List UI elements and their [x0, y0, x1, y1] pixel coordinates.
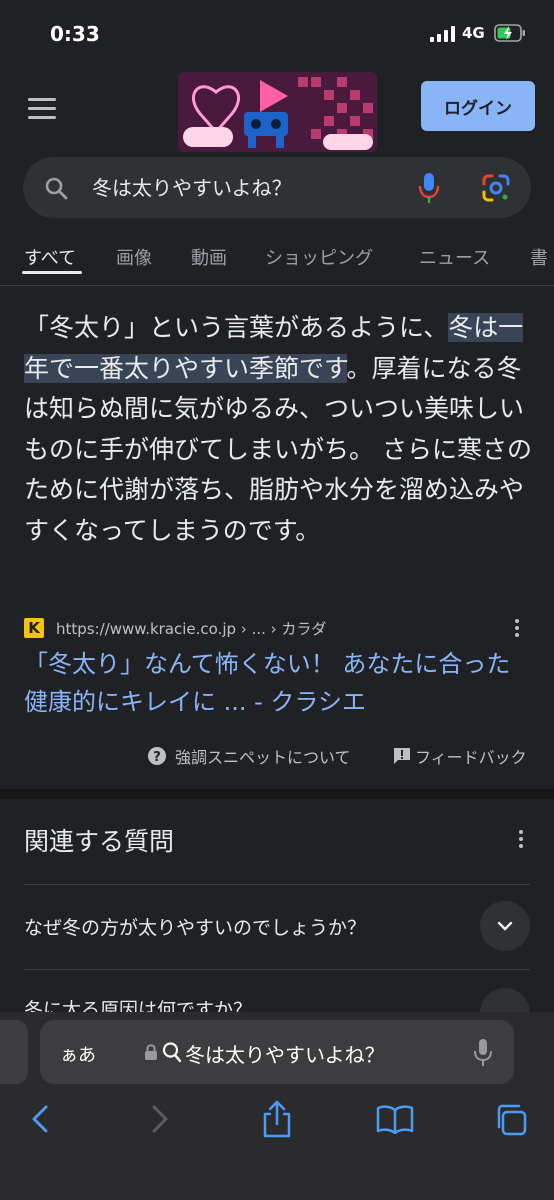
tabs-overview-icon[interactable]: [494, 1103, 528, 1137]
more-options-icon[interactable]: [515, 619, 519, 640]
kracie-favicon: K: [24, 618, 44, 638]
tab-images[interactable]: 画像: [116, 244, 152, 270]
search-icon: [162, 1042, 182, 1063]
feedback-icon: [394, 748, 410, 764]
tab-shopping[interactable]: ショッピング: [265, 244, 373, 270]
snippet-text-start: 「冬太り」という言葉があるように、: [24, 313, 449, 342]
about-snippets-link[interactable]: ? 強調スニペットについて: [147, 744, 351, 768]
search-icon: [45, 177, 68, 200]
voice-search-icon[interactable]: [418, 172, 440, 204]
divider: [24, 969, 530, 970]
related-question[interactable]: なぜ冬の方が太りやすいのでしょうか？: [24, 913, 366, 940]
bookmarks-icon[interactable]: [376, 1104, 414, 1134]
network-type: 4G: [462, 24, 485, 42]
status-time: 0:33: [50, 22, 100, 46]
back-arrow-icon[interactable]: [30, 1104, 50, 1134]
svg-text:?: ?: [153, 750, 161, 765]
help-icon: ?: [148, 747, 166, 765]
featured-snippet-text: 「冬太り」という言葉があるように、冬は一年で一番太りやすい季節です。厚着になる冬…: [24, 308, 534, 551]
lock-icon: [145, 1044, 157, 1060]
login-button[interactable]: ログイン: [421, 81, 535, 131]
source-url[interactable]: https://www.kracie.co.jp › ... › カラダ: [56, 618, 326, 639]
previous-tab-preview[interactable]: [0, 1020, 28, 1084]
address-text[interactable]: 冬は太りやすいよね？: [185, 1039, 385, 1068]
battery-charging-icon: [494, 24, 525, 42]
google-doodle[interactable]: [178, 72, 377, 152]
related-questions-title: 関連する質問: [24, 827, 175, 856]
tab-videos[interactable]: 動画: [191, 244, 227, 270]
section-separator: [0, 789, 554, 799]
hamburger-menu-icon[interactable]: [28, 98, 56, 120]
about-snippets-label: 強調スニペットについて: [175, 748, 351, 767]
page-settings-button[interactable]: ぁあ: [60, 1041, 96, 1067]
chevron-down-icon[interactable]: [480, 901, 530, 951]
more-options-icon[interactable]: [519, 830, 523, 851]
search-input[interactable]: 冬は太りやすいよね？: [92, 172, 292, 201]
tab-books[interactable]: 書: [530, 244, 548, 270]
active-tab-indicator: [22, 271, 82, 274]
tab-all[interactable]: すべて: [24, 244, 76, 270]
share-icon[interactable]: [262, 1100, 292, 1138]
cellular-signal-icon: [430, 26, 455, 42]
divider: [0, 285, 554, 286]
feedback-link[interactable]: フィードバック: [393, 744, 527, 768]
feedback-label: フィードバック: [415, 748, 527, 767]
tab-news[interactable]: ニュース: [419, 244, 490, 270]
divider: [24, 884, 530, 885]
microphone-icon[interactable]: [474, 1038, 492, 1068]
result-title-link[interactable]: 「冬太り」なんて怖くない！ あなたに合った健康的にキレイに ... - クラシエ: [24, 645, 534, 721]
google-lens-icon[interactable]: [481, 173, 511, 203]
source-row[interactable]: K https://www.kracie.co.jp › ... › カラダ: [24, 617, 326, 639]
forward-arrow-icon[interactable]: [150, 1104, 170, 1134]
